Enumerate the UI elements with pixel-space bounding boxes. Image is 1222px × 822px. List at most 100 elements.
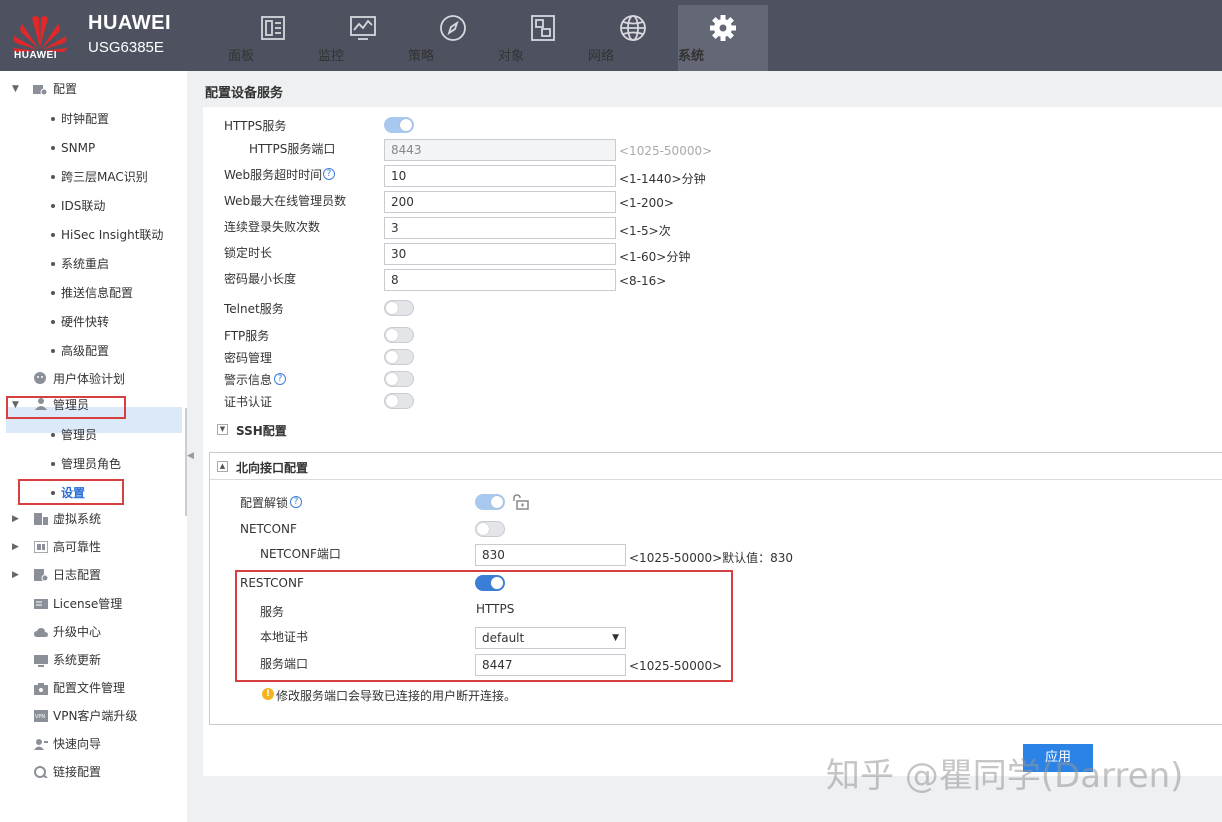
logo-text: HUAWEI — [14, 50, 57, 61]
sidebar-item-reboot[interactable]: 系统重启 — [61, 253, 109, 275]
service-port-hint: <1025-50000> — [629, 659, 723, 673]
sidebar-item-log[interactable]: 日志配置 — [53, 564, 101, 586]
netconf-label: NETCONF — [240, 522, 297, 536]
bullet-icon — [51, 320, 55, 324]
https-service-label: HTTPS服务 — [224, 119, 287, 133]
sidebar-item-admin-role[interactable]: 管理员角色 — [61, 453, 121, 475]
warning-info-toggle[interactable] — [384, 371, 414, 387]
telnet-toggle[interactable] — [384, 300, 414, 316]
collapsed-arrow-icon[interactable]: ▶ — [12, 542, 19, 552]
help-icon[interactable]: ? — [274, 373, 286, 385]
bullet-icon — [51, 146, 55, 150]
collapsed-arrow-icon[interactable]: ▶ — [12, 570, 19, 580]
sidebar-item-admin-sub[interactable]: 管理员 — [61, 424, 97, 446]
sidebar-item-ids[interactable]: IDS联动 — [61, 195, 105, 217]
sidebar-item-advanced[interactable]: 高级配置 — [61, 340, 109, 362]
warning-note: 修改服务端口会导致已连接的用户断开连接。 — [276, 689, 517, 703]
sidebar-item-upgrade[interactable]: 升级中心 — [53, 621, 101, 643]
page-title: 配置设备服务 — [205, 86, 284, 101]
smiley-icon — [34, 372, 46, 384]
sidebar-item-hisec[interactable]: HiSec Insight联动 — [61, 224, 163, 246]
web-max-admin-field[interactable]: 200 — [384, 191, 616, 213]
local-cert-select[interactable]: default ▼ — [475, 627, 626, 649]
sidebar-item-hw-fwd[interactable]: 硬件快转 — [61, 311, 109, 333]
web-timeout-label: Web服务超时时间 — [224, 168, 323, 182]
bullet-icon — [51, 462, 55, 466]
sidebar-item-snmp[interactable]: SNMP — [61, 137, 95, 159]
ftp-toggle[interactable] — [384, 327, 414, 343]
tab-system[interactable]: 系统 — [678, 5, 768, 71]
login-fail-hint: <1-5>次 — [619, 224, 671, 238]
https-port-field[interactable]: 8443 — [384, 139, 616, 161]
sidebar-item-config[interactable]: 配置 — [53, 78, 77, 100]
tab-network[interactable]: 网络 — [588, 5, 678, 71]
netconf-port-field[interactable]: 830 — [475, 544, 626, 566]
https-service-toggle[interactable] — [384, 117, 414, 133]
sidebar-item-clock[interactable]: 时钟配置 — [61, 108, 109, 130]
pwd-min-label: 密码最小长度 — [224, 272, 297, 286]
sidebar-item-vsys[interactable]: 虚拟系统 — [53, 508, 101, 530]
tab-network-label: 网络 — [588, 49, 615, 64]
web-max-admin-hint: <1-200> — [619, 196, 674, 210]
sidebar-item-config-file[interactable]: 配置文件管理 — [53, 677, 125, 699]
vpn-client-icon: VPN — [34, 710, 48, 722]
service-port-field[interactable]: 8447 — [475, 654, 626, 676]
tab-policy[interactable]: 策略 — [408, 5, 498, 71]
service-label: 服务 — [260, 605, 285, 619]
login-fail-field[interactable]: 3 — [384, 217, 616, 239]
license-icon — [34, 599, 48, 609]
tab-dashboard-label: 面板 — [228, 49, 255, 64]
restconf-toggle[interactable] — [475, 575, 505, 591]
dropdown-arrow-icon: ▼ — [612, 633, 619, 643]
sidebar-item-wizard[interactable]: 快速向导 — [53, 733, 101, 755]
policy-compass-icon — [440, 15, 466, 41]
pwd-min-field[interactable]: 8 — [384, 269, 616, 291]
device-model: USG6385E — [88, 39, 164, 56]
tab-monitor[interactable]: 监控 — [318, 5, 408, 71]
bullet-icon — [51, 204, 55, 208]
help-icon[interactable]: ? — [323, 168, 335, 180]
expand-arrow-icon[interactable]: ▼ — [12, 84, 19, 94]
restconf-label: RESTCONF — [240, 576, 304, 590]
web-timeout-field[interactable]: 10 — [384, 165, 616, 187]
top-navigation-bar: HUAWEI HUAWEI USG6385E 面板 监控 策略 对象 网络 系统 — [0, 0, 1222, 71]
collapsed-arrow-icon[interactable]: ▶ — [12, 514, 19, 524]
help-icon[interactable]: ? — [290, 496, 302, 508]
warning-info-label: 警示信息 — [224, 373, 273, 387]
pwd-mgmt-toggle[interactable] — [384, 349, 414, 365]
config-unlock-label: 配置解锁 — [240, 496, 289, 510]
sidebar-item-push[interactable]: 推送信息配置 — [61, 282, 133, 304]
sidebar-item-ux[interactable]: 用户体验计划 — [53, 368, 125, 390]
local-cert-value: default — [482, 631, 525, 645]
sidebar-item-vpn[interactable]: VPN客户端升级 — [53, 705, 137, 727]
web-timeout-hint: <1-1440>分钟 — [619, 172, 706, 186]
sidebar-item-ha[interactable]: 高可靠性 — [53, 536, 101, 558]
unlock-icon — [513, 494, 529, 510]
expand-ssh-icon[interactable]: ▼ — [217, 424, 228, 435]
lock-time-field[interactable]: 30 — [384, 243, 616, 265]
tab-dashboard[interactable]: 面板 — [228, 5, 318, 71]
northbound-section-header[interactable]: 北向接口配置 — [236, 459, 308, 476]
config-file-icon — [34, 683, 48, 695]
cert-auth-toggle[interactable] — [384, 393, 414, 409]
sidebar-item-sys-update[interactable]: 系统更新 — [53, 649, 101, 671]
bullet-icon — [51, 433, 55, 437]
sidebar-item-link[interactable]: 链接配置 — [53, 761, 101, 783]
local-cert-label: 本地证书 — [260, 630, 309, 644]
tab-system-label: 系统 — [678, 49, 705, 64]
collapse-sidebar-icon[interactable]: ◀ — [187, 451, 194, 461]
lock-time-label: 锁定时长 — [224, 246, 273, 260]
monitor-icon — [350, 16, 376, 40]
virtual-system-icon — [34, 513, 48, 525]
tab-object[interactable]: 对象 — [498, 5, 588, 71]
config-icon — [33, 85, 47, 96]
collapse-north-icon[interactable]: ▲ — [217, 461, 228, 472]
sidebar-item-mac[interactable]: 跨三层MAC识别 — [61, 166, 148, 188]
netconf-port-label: NETCONF端口 — [260, 547, 341, 561]
sidebar-item-license[interactable]: License管理 — [53, 593, 122, 615]
netconf-toggle[interactable] — [475, 521, 505, 537]
quick-wizard-icon — [34, 739, 48, 750]
config-unlock-toggle[interactable] — [475, 494, 505, 510]
ssh-section-header[interactable]: SSH配置 — [236, 422, 287, 439]
highlight-admin — [6, 396, 126, 419]
